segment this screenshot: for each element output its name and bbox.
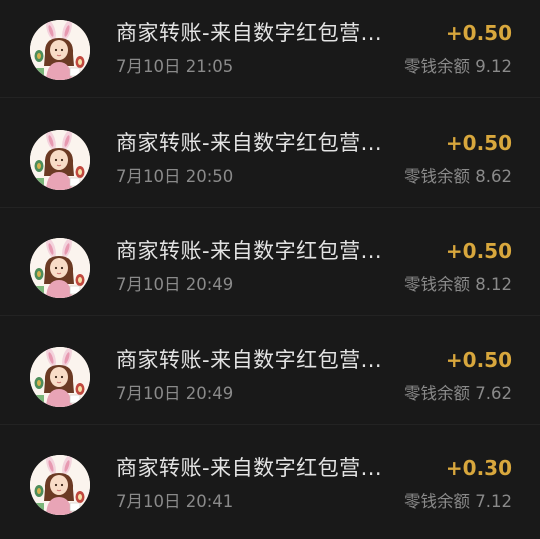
transaction-title: 商家转账-来自数字红包营... [116, 239, 383, 263]
transaction-time: 7月10日 20:50 [116, 167, 234, 186]
transaction-time: 7月10日 20:49 [116, 384, 234, 403]
wallet-balance: 零钱余额 9.12 [404, 57, 512, 76]
row-divider [0, 315, 540, 316]
transaction-time: 7月10日 21:05 [116, 57, 234, 76]
transaction-title: 商家转账-来自数字红包营... [116, 348, 383, 372]
transaction-row[interactable]: 商家转账-来自数字红包营... 7月10日 20:49 +0.50 零钱余额 7… [0, 317, 540, 425]
wallet-balance: 零钱余额 8.12 [404, 275, 512, 294]
bunny-girl-avatar-icon [30, 238, 90, 298]
transaction-row[interactable]: 商家转账-来自数字红包营... 7月10日 20:49 +0.50 零钱余额 8… [0, 208, 540, 316]
transaction-row[interactable]: 商家转账-来自数字红包营... 7月10日 20:50 +0.50 零钱余额 8… [0, 100, 540, 208]
wallet-balance: 零钱余额 8.62 [404, 167, 512, 186]
wallet-balance: 零钱余额 7.62 [404, 384, 512, 403]
transaction-amount: +0.50 [445, 131, 512, 155]
transaction-title: 商家转账-来自数字红包营... [116, 21, 383, 45]
bunny-girl-avatar-icon [30, 130, 90, 190]
transaction-row[interactable]: 商家转账-来自数字红包营... 7月10日 21:05 +0.50 零钱余额 9… [0, 0, 540, 98]
transaction-time: 7月10日 20:41 [116, 492, 234, 511]
bunny-girl-avatar-icon [30, 455, 90, 515]
bunny-girl-avatar-icon [30, 347, 90, 407]
transaction-amount: +0.50 [445, 348, 512, 372]
wallet-balance: 零钱余额 7.12 [404, 492, 512, 511]
transaction-row[interactable]: 商家转账-来自数字红包营... 7月10日 20:41 +0.30 零钱余额 7… [0, 425, 540, 533]
bunny-girl-avatar-icon [30, 20, 90, 80]
transaction-title: 商家转账-来自数字红包营... [116, 131, 383, 155]
transaction-time: 7月10日 20:49 [116, 275, 234, 294]
transaction-amount: +0.50 [445, 239, 512, 263]
transaction-amount: +0.30 [445, 456, 512, 480]
row-divider [0, 97, 540, 98]
transaction-amount: +0.50 [445, 21, 512, 45]
transaction-title: 商家转账-来自数字红包营... [116, 456, 383, 480]
